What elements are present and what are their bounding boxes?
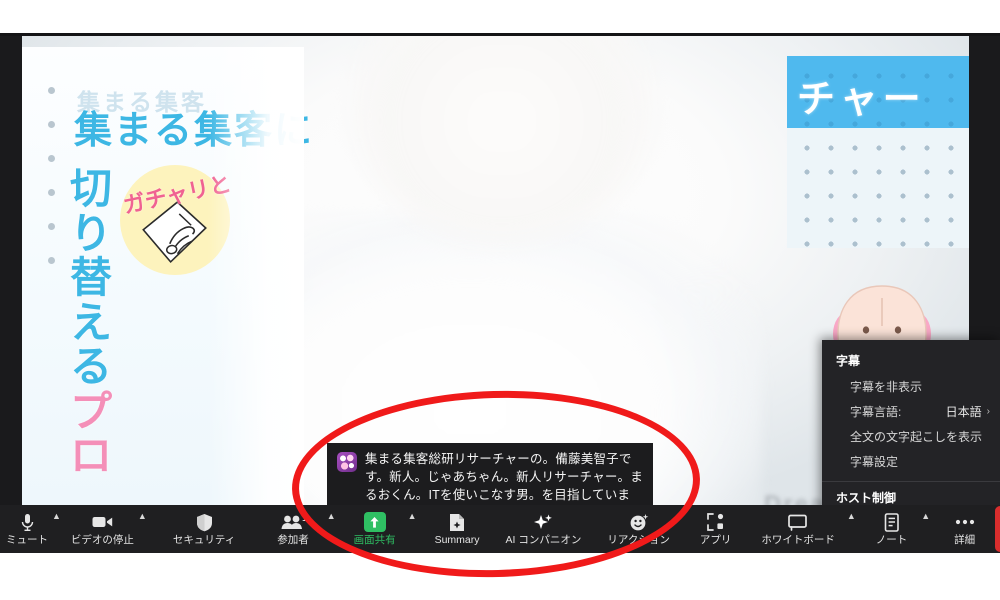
presenter-head-blur [352,33,652,243]
poster-vertical-char-1: り [70,209,113,257]
toolbar-label: ホワイトボード [761,533,835,546]
screenshot-root: 集まる集客 集まる集客に 切 り 替 え る プ ロ ガチャリと チャー Dre… [0,0,1000,600]
toolbar-button-whiteboard[interactable]: ホワイトボード [747,505,849,553]
toolbar-button-mute[interactable]: ミュート [0,505,54,553]
poster-vertical-char-4: る [70,343,113,391]
apps-icon [706,513,725,532]
chevron-right-icon: › [986,406,990,417]
toolbar-label: AI コンパニオン [505,533,582,546]
whiteboard-icon [787,513,809,532]
toolbar-button-more[interactable]: 詳細 [934,505,995,553]
poster-right-banner: チャー [787,56,969,128]
menu-item-value-text: 日本語 [945,405,982,419]
toolbar-button-stop-video[interactable]: ビデオの停止 [65,505,140,553]
poster-left-panel: 集まる集客 集まる集客に 切 り 替 え る プ ロ ガチャリと [22,47,312,505]
toolbar-label: ビデオの停止 [70,533,134,546]
menu-item-caption-language[interactable]: 字幕言語: 日本語 › [822,399,1000,424]
menu-divider [822,481,1000,482]
toolbar-label: ノート [875,533,908,546]
menu-item-hide-captions[interactable]: 字幕を非表示 [822,374,1000,399]
poster-dot-column [48,87,57,307]
menu-item-view-full-transcript[interactable]: 全文の文字起こしを表示 [822,424,1000,449]
toolbar-button-apps[interactable]: アプリ [684,505,748,553]
toolbar-label: リアクション [607,533,670,546]
banner-right-text: チャー [797,79,926,121]
more-ellipsis-icon [955,513,975,532]
poster-vertical-char-2: 替 [70,254,113,302]
toolbar-label: Summary [434,533,480,546]
toolbar-button-share-screen[interactable]: 画面共有 [340,505,410,553]
toolbar-label: 参加者 [277,533,309,546]
toolbar-button-reactions[interactable]: リアクション [593,505,683,553]
menu-item-label: 字幕言語: [850,405,902,419]
menu-item-label: 全文の文字起こしを表示 [850,430,983,444]
zoom-toolbar: ミュート ▲ ビデオの停止 ▲ セキュリティ 1 参加者 ▲ 画面共有 ▲ Su… [0,505,1000,553]
right-panel-dot-pattern [787,128,969,248]
menu-item-value: 日本語 › [946,403,990,420]
summary-doc-icon [449,513,465,532]
reaction-smiley-icon [629,513,649,532]
shield-icon [196,513,213,532]
toolbar-button-notes[interactable]: ノート [860,505,924,553]
ai-sparkle-icon [533,513,553,532]
poster-fade-overlay [208,47,304,505]
toolbar-button-participants[interactable]: 1 参加者 [257,505,329,553]
end-meeting-button[interactable]: 終了 [995,506,1000,552]
speaker-avatar [337,452,357,472]
toolbar-label: 画面共有 [353,533,396,546]
caption-menu-group-title: 字幕 [836,354,861,368]
toolbar-button-security[interactable]: セキュリティ [151,505,257,553]
toolbar-label: ミュート [6,533,48,546]
microphone-icon [20,513,35,532]
poster-vertical-char-0: 切 [70,165,113,212]
toolbar-button-summary[interactable]: Summary [421,505,494,553]
share-screen-icon [363,512,386,533]
toolbar-label: アプリ [699,533,732,546]
toolbar-items: ミュート ▲ ビデオの停止 ▲ セキュリティ 1 参加者 ▲ 画面共有 ▲ Su… [0,505,995,553]
toolbar-button-ai-companion[interactable]: AI コンパニオン [494,505,594,553]
menu-item-caption-settings[interactable]: 字幕設定 [822,449,1000,474]
participants-count-badge: 1 [301,513,307,523]
toolbar-label: セキュリティ [172,533,236,546]
poster-vertical-text: 切 り 替 え る プ ロ [70,165,122,480]
poster-vertical-char-3: え [70,298,113,346]
toolbar-label: 詳細 [954,533,976,546]
window-top-edge [0,33,1000,36]
menu-item-label: 字幕を非表示 [850,380,923,394]
notes-icon [884,512,900,532]
poster-vertical-char-5: プ [70,387,113,435]
menu-item-label: 字幕設定 [850,455,899,469]
video-camera-icon [92,513,113,532]
poster-vertical-char-6: ロ [70,432,113,480]
